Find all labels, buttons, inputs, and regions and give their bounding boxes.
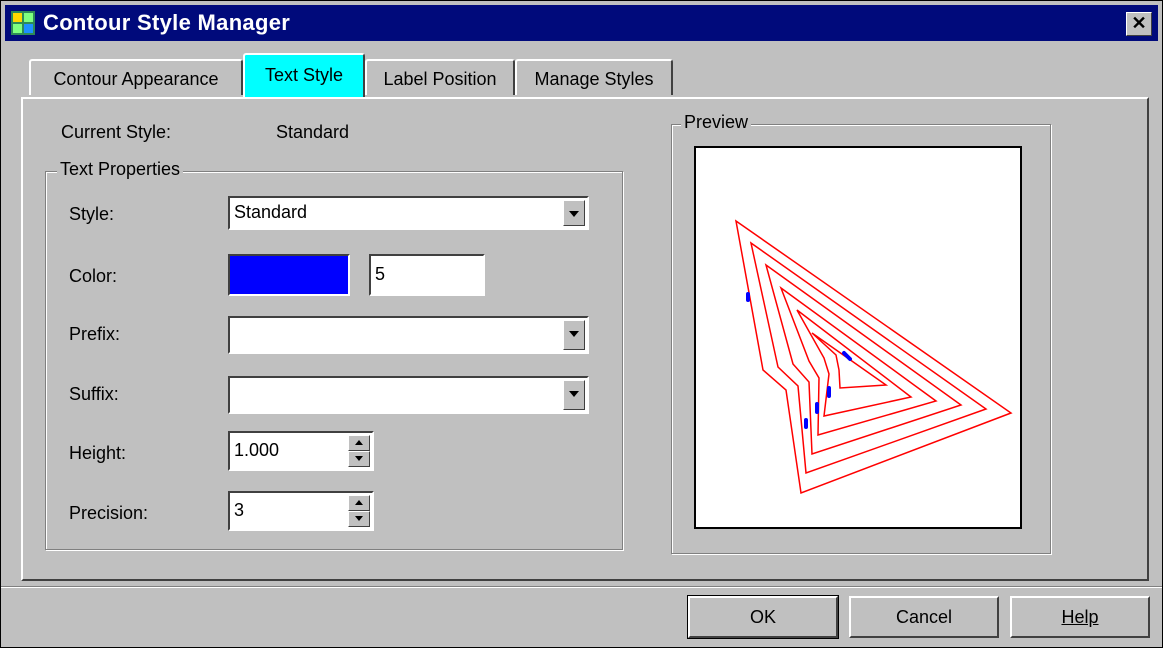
- style-label: Style:: [69, 204, 115, 224]
- suffix-dropdown-arrow-icon[interactable]: [563, 380, 585, 410]
- suffix-label: Suffix:: [69, 384, 119, 404]
- color-swatch[interactable]: [228, 254, 350, 296]
- cancel-button[interactable]: Cancel: [849, 596, 999, 638]
- window-title: Contour Style Manager: [43, 10, 291, 35]
- height-spin-buttons: [348, 435, 370, 467]
- preview-title: Preview: [681, 112, 752, 133]
- prefix-label: Prefix:: [69, 324, 121, 344]
- style-dropdown-arrow-icon[interactable]: [563, 200, 585, 226]
- suffix-dropdown[interactable]: [228, 376, 589, 414]
- prefix-dropdown-arrow-icon[interactable]: [563, 320, 585, 350]
- precision-down-arrow-icon[interactable]: [348, 511, 370, 527]
- prefix-dropdown[interactable]: [228, 316, 589, 354]
- precision-label: Precision:: [69, 503, 149, 523]
- contour-style-manager-dialog: Contour Style Manager ✕ Contour Appearan…: [0, 0, 1163, 648]
- precision-spin-buttons: [348, 495, 370, 527]
- contour-preview-drawing: [734, 219, 1013, 495]
- height-spinner[interactable]: 1.000: [228, 431, 374, 471]
- help-button[interactable]: Help: [1010, 596, 1150, 638]
- tab-contour-appearance[interactable]: Contour Appearance: [29, 59, 243, 95]
- contour-line-3: [764, 263, 963, 456]
- contour-label-mark: [842, 351, 852, 361]
- tab-text-style[interactable]: Text Style: [243, 53, 365, 97]
- tab-label-position[interactable]: Label Position: [365, 59, 515, 95]
- color-label: Color:: [69, 266, 118, 286]
- height-up-arrow-icon[interactable]: [348, 435, 370, 451]
- close-button[interactable]: ✕: [1126, 12, 1152, 36]
- text-properties-title: Text Properties: [57, 159, 184, 180]
- ok-button[interactable]: OK: [687, 595, 839, 639]
- help-button-label: Help: [1061, 607, 1099, 627]
- title-bar: Contour Style Manager ✕: [5, 5, 1158, 41]
- button-separator: [1, 586, 1162, 588]
- height-label: Height:: [69, 443, 127, 463]
- precision-value: 3: [234, 500, 245, 520]
- tab-manage-styles[interactable]: Manage Styles: [515, 59, 673, 95]
- style-dropdown-value: Standard: [234, 202, 308, 222]
- precision-spinner[interactable]: 3: [228, 491, 374, 531]
- contour-line-2: [749, 241, 988, 475]
- contour-app-icon: [11, 11, 35, 35]
- precision-up-arrow-icon[interactable]: [348, 495, 370, 511]
- contour-line-4: [779, 285, 938, 437]
- current-style-label: Current Style:: [61, 122, 172, 142]
- style-dropdown[interactable]: Standard: [228, 196, 589, 230]
- current-style-value: Standard: [276, 122, 350, 142]
- preview-canvas: [694, 146, 1022, 529]
- color-index-field[interactable]: 5: [369, 254, 485, 296]
- height-down-arrow-icon[interactable]: [348, 451, 370, 467]
- height-value: 1.000: [234, 440, 280, 460]
